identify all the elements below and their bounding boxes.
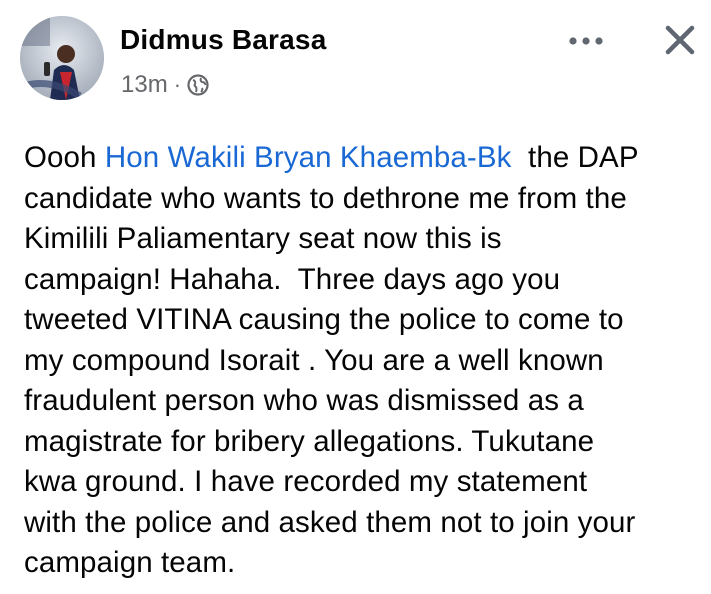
post-meta: 13m · <box>121 70 209 100</box>
close-icon <box>665 25 695 55</box>
post-text-segment: Oooh <box>24 141 105 174</box>
post-line: candidate who wants to dethrone me from … <box>24 181 627 215</box>
post-line: tweeted VITINA causing the police to com… <box>24 303 624 336</box>
post-line: with the police and asked them not to jo… <box>24 505 636 539</box>
close-post-button[interactable] <box>656 18 704 62</box>
meta-separator: · <box>173 72 182 97</box>
post-text-segment: the DAP <box>511 141 639 174</box>
facebook-post: Didmus Barasa 13m · Oooh Hon Wakili Brya… <box>0 0 711 594</box>
author-avatar[interactable] <box>20 16 104 100</box>
mention-link[interactable]: Hon Wakili Bryan Khaemba-Bk <box>105 141 512 174</box>
post-line: Oooh Hon Wakili Bryan Khaemba-Bk the DAP <box>24 138 704 179</box>
post-timestamp[interactable]: 13m <box>121 71 168 99</box>
globe-icon[interactable] <box>187 74 209 96</box>
more-options-button[interactable] <box>562 24 610 58</box>
post-line: Kimilili Paliamentary seat now this is <box>24 222 502 255</box>
author-name[interactable]: Didmus Barasa <box>120 24 326 56</box>
post-line: magistrate for bribery allegations. Tuku… <box>24 424 595 458</box>
post-line: kwa ground. I have recorded my statement <box>24 465 588 498</box>
more-dots-icon <box>569 37 603 45</box>
post-line: campaign team. <box>24 546 236 579</box>
post-line: campaign! Hahaha. Three days ago you <box>24 262 561 296</box>
avatar-image <box>20 16 104 100</box>
post-line: fraudulent person who was dismissed as a <box>24 384 584 417</box>
post-line: my compound Isorait . You are a well kno… <box>24 343 604 377</box>
post-body: Oooh Hon Wakili Bryan Khaemba-Bk the DAP… <box>24 138 704 584</box>
